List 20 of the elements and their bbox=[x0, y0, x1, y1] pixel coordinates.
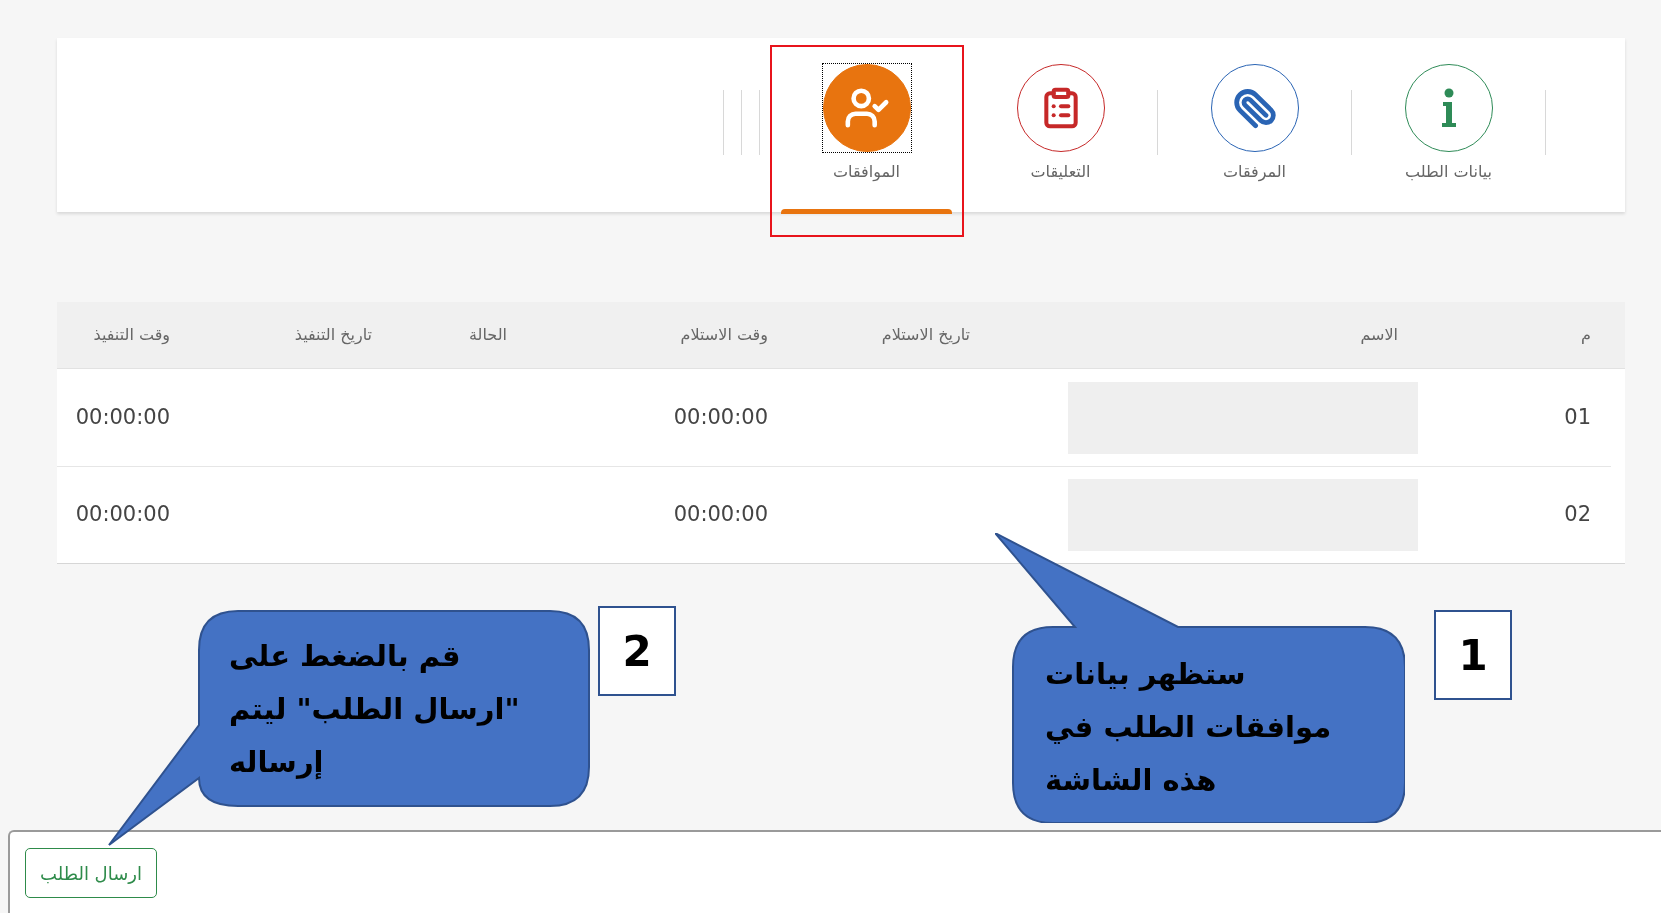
column-header: الاسم bbox=[1360, 325, 1398, 344]
table-cell: 00:00:00 bbox=[75, 404, 170, 429]
column-header: وقت التنفيذ bbox=[93, 325, 170, 344]
column-header: الحالة bbox=[469, 325, 507, 344]
step-number: 1 bbox=[1434, 610, 1512, 700]
step-number: 2 bbox=[598, 606, 676, 696]
table-cell: 00:00:00 bbox=[75, 502, 170, 527]
table-cell: 01 bbox=[1564, 404, 1591, 429]
callout-text: قم بالضغط على "ارسال الطلب" ليتم إرساله bbox=[229, 638, 520, 782]
table-cell: 00:00:00 bbox=[673, 404, 768, 429]
column-header: م bbox=[1581, 325, 1591, 344]
column-header: تاريخ التنفيذ bbox=[294, 325, 372, 344]
submit-button[interactable]: ارسال الطلب bbox=[25, 848, 157, 898]
info-icon bbox=[1439, 88, 1458, 128]
column-header: وقت الاستلام bbox=[680, 325, 768, 344]
table-cell: 00:00:00 bbox=[673, 502, 768, 527]
column-header: تاريخ الاستلام bbox=[881, 325, 970, 344]
table-cell: 02 bbox=[1564, 502, 1591, 527]
paperclip-icon bbox=[1232, 86, 1277, 130]
callout-text: ستظهر بيانات موافقات الطلب في هذه الشاشة bbox=[1045, 656, 1332, 799]
